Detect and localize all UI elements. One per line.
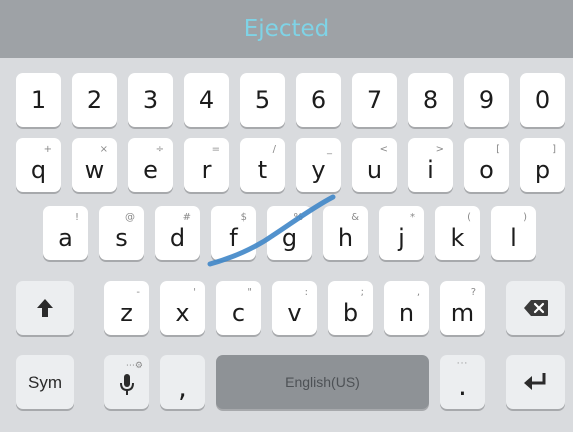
key-8[interactable]: 8 [408, 73, 453, 127]
microphone-icon [119, 373, 135, 397]
key-s[interactable]: @ s [99, 206, 144, 260]
enter-icon [523, 372, 549, 392]
sym-key[interactable]: Sym [16, 355, 74, 409]
key-w[interactable]: × w [72, 138, 117, 192]
key-2[interactable]: 2 [72, 73, 117, 127]
backspace-icon [523, 299, 549, 317]
key-v[interactable]: :v [272, 281, 317, 335]
key-y[interactable]: _ y [296, 138, 341, 192]
shift-key[interactable] [16, 281, 74, 335]
key-u[interactable]: < u [352, 138, 397, 192]
suggestion-bar[interactable]: Ejected [0, 0, 573, 58]
key-d[interactable]: # d [155, 206, 200, 260]
suggestion-word[interactable]: Ejected [244, 16, 330, 42]
key-x[interactable]: ' x [160, 281, 205, 335]
key-3[interactable]: 3 [128, 73, 173, 127]
key-7[interactable]: 7 [352, 73, 397, 127]
key-z[interactable]: -z [104, 281, 149, 335]
key-t[interactable]: / t [240, 138, 285, 192]
key-j[interactable]: * j [379, 206, 424, 260]
punctuation-hint: ··· [456, 359, 469, 369]
key-6[interactable]: 6 [296, 73, 341, 127]
key-g[interactable]: % g [267, 206, 312, 260]
key-1[interactable]: 1 [16, 73, 61, 127]
voice-settings-hint: ⋯⚙ [125, 361, 143, 371]
key-r[interactable]: = r [184, 138, 229, 192]
key-f[interactable]: $ f [211, 206, 256, 260]
enter-key[interactable] [506, 355, 565, 409]
key-e[interactable]: ÷ e [128, 138, 173, 192]
key-p[interactable]: ] p [520, 138, 565, 192]
keyboard: 1 2 3 4 5 6 7 8 9 0 + q × w ÷ e = r / t _ y < u… [0, 58, 573, 432]
key-i[interactable]: > i [408, 138, 453, 192]
key-a[interactable]: ! a [43, 206, 88, 260]
key-5[interactable]: 5 [240, 73, 285, 127]
key-o[interactable]: [o [464, 138, 509, 192]
key-0[interactable]: 0 [520, 73, 565, 127]
comma-key[interactable]: , [160, 355, 205, 409]
backspace-key[interactable] [506, 281, 565, 335]
period-key[interactable]: ··· . [440, 355, 485, 409]
key-k[interactable]: (k [435, 206, 480, 260]
key-h[interactable]: & h [323, 206, 368, 260]
key-4[interactable]: 4 [184, 73, 229, 127]
key-q[interactable]: + q [16, 138, 61, 192]
key-n[interactable]: ,n [384, 281, 429, 335]
key-l[interactable]: ) l [491, 206, 536, 260]
key-c[interactable]: " c [216, 281, 261, 335]
space-bar[interactable]: English(US) [216, 355, 429, 409]
key-m[interactable]: ? m [440, 281, 485, 335]
voice-input-key[interactable]: ⋯⚙ [104, 355, 149, 409]
key-b[interactable]: ; b [328, 281, 373, 335]
key-9[interactable]: 9 [464, 73, 509, 127]
shift-arrow-icon [36, 298, 54, 318]
